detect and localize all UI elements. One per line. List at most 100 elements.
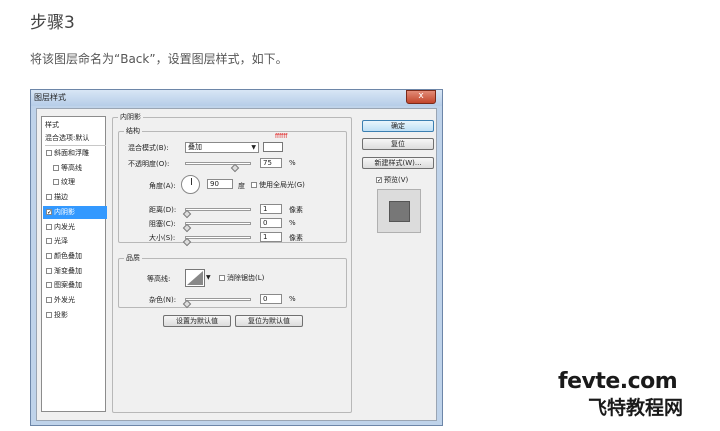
noise-input[interactable]: 0: [260, 294, 282, 304]
angle-label: 角度(A):: [149, 182, 176, 190]
style-item[interactable]: 斜面和浮雕: [43, 147, 107, 160]
noise-unit: %: [289, 295, 296, 303]
close-button[interactable]: x: [406, 90, 436, 104]
style-item-checkbox[interactable]: [46, 194, 52, 201]
style-item[interactable]: 渐变叠加: [43, 265, 107, 278]
new-style-button[interactable]: 新建样式(W)...: [362, 157, 434, 169]
make-default-button[interactable]: 设置为默认值: [163, 315, 231, 327]
antialias-option[interactable]: 消除锯齿(L): [219, 273, 264, 283]
dialog-body: 样式 混合选项:默认 斜面和浮雕 等高线 纹理 描边 ✓ 内阴影 内发光 光泽 颜色叠加 渐变叠加…: [36, 108, 437, 421]
style-item-label: 内发光: [54, 222, 75, 231]
style-item-label: 渐变叠加: [54, 266, 82, 275]
style-item-label: 内阴影: [54, 207, 75, 216]
color-hex-note: ffffff: [275, 133, 288, 140]
distance-input[interactable]: 1: [260, 204, 282, 214]
preview-label: 预览(V): [384, 176, 409, 184]
style-item-checkbox[interactable]: [46, 252, 52, 259]
noise-slider[interactable]: [185, 298, 251, 301]
contour-label: 等高线:: [147, 275, 171, 283]
contour-dropdown-arrow[interactable]: ▼: [206, 274, 211, 281]
chevron-down-icon: ▼: [251, 144, 256, 151]
cancel-button[interactable]: 复位: [362, 138, 434, 150]
style-item-label: 投影: [54, 310, 68, 319]
global-light-checkbox[interactable]: [251, 182, 257, 188]
blend-mode-label: 混合模式(B):: [128, 144, 169, 152]
dialog-title: 图层样式: [34, 93, 66, 102]
preview-swatch: [389, 201, 410, 222]
style-item[interactable]: 图案叠加: [43, 279, 107, 292]
style-item-label: 纹理: [61, 178, 75, 187]
style-item-checkbox[interactable]: [46, 267, 52, 274]
title-bar[interactable]: 图层样式 x: [31, 90, 442, 106]
style-item-checkbox[interactable]: [53, 164, 59, 171]
style-item[interactable]: 描边: [43, 191, 107, 204]
opacity-slider[interactable]: [185, 162, 251, 165]
style-item[interactable]: 颜色叠加: [43, 250, 107, 263]
style-item[interactable]: 纹理: [43, 176, 114, 189]
step-title: 步骤3: [30, 13, 75, 33]
opacity-unit: %: [289, 159, 296, 167]
global-light-label: 使用全局光(G): [259, 181, 305, 189]
size-slider[interactable]: [185, 236, 251, 239]
style-list-header[interactable]: 样式: [45, 119, 106, 132]
style-item-checkbox[interactable]: [53, 179, 59, 186]
angle-unit: 度: [238, 182, 245, 190]
opacity-input[interactable]: 75: [260, 158, 282, 168]
style-item-label: 光泽: [54, 237, 68, 246]
quality-title: 品质: [124, 253, 142, 263]
preview-option[interactable]: ✓ 预览(V): [376, 175, 408, 185]
style-item-label: 外发光: [54, 296, 75, 304]
choke-unit: %: [289, 219, 296, 227]
antialias-label: 消除锯齿(L): [227, 274, 265, 282]
style-item-checkbox[interactable]: [46, 311, 52, 318]
style-item-checkbox[interactable]: [46, 238, 52, 245]
distance-label: 距离(D):: [149, 206, 177, 214]
size-input[interactable]: 1: [260, 232, 282, 242]
style-item-checkbox[interactable]: [46, 282, 52, 289]
choke-label: 阻塞(C):: [149, 220, 176, 228]
size-label: 大小(S):: [149, 234, 176, 242]
style-item[interactable]: 外发光: [43, 294, 107, 307]
choke-slider[interactable]: [185, 222, 251, 225]
watermark-site: fevte.com: [558, 369, 678, 394]
style-item-label: 等高线: [61, 163, 82, 172]
preview-checkbox[interactable]: ✓: [376, 177, 382, 184]
style-item[interactable]: 内发光: [43, 221, 107, 234]
contour-curve-icon: [187, 271, 203, 285]
choke-input[interactable]: 0: [260, 218, 282, 228]
contour-picker[interactable]: [185, 269, 205, 287]
style-item-label: 斜面和浮雕: [54, 149, 89, 157]
ok-button[interactable]: 确定: [362, 120, 434, 132]
close-icon: x: [418, 91, 424, 101]
style-item[interactable]: 光泽: [43, 235, 107, 248]
inner-shadow-title: 内阴影: [118, 112, 143, 122]
distance-slider[interactable]: [185, 208, 251, 211]
antialias-checkbox[interactable]: [219, 275, 225, 281]
layer-style-dialog: 图层样式 x 样式 混合选项:默认 斜面和浮雕 等高线 纹理 描边 ✓ 内阴影 内发光 光泽颜…: [30, 89, 443, 426]
noise-label: 杂色(N):: [149, 296, 177, 304]
shadow-color-swatch[interactable]: [263, 142, 283, 152]
style-item-checkbox[interactable]: [46, 297, 52, 303]
global-light-option[interactable]: 使用全局光(G): [251, 180, 305, 190]
blend-mode-select[interactable]: 叠加 ▼: [185, 142, 259, 153]
blend-mode-value: 叠加: [188, 143, 202, 151]
style-item-label: 图案叠加: [54, 281, 82, 290]
step-description: 将该图层命名为“Back”，设置图层样式，如下。: [30, 52, 288, 66]
angle-dial[interactable]: [181, 175, 200, 194]
style-preview: [377, 189, 421, 233]
style-item-label: 颜色叠加: [54, 251, 82, 260]
style-item-checkbox[interactable]: [46, 150, 52, 156]
structure-title: 结构: [124, 126, 142, 136]
style-item[interactable]: ✓ 内阴影: [43, 205, 107, 219]
size-unit: 像素: [289, 234, 303, 242]
opacity-label: 不透明度(O):: [128, 160, 170, 168]
style-item-checkbox[interactable]: [46, 223, 52, 230]
style-item[interactable]: 等高线: [43, 162, 114, 175]
style-item-checkbox[interactable]: ✓: [46, 208, 52, 215]
angle-input[interactable]: 90: [207, 179, 233, 189]
style-item[interactable]: 投影: [43, 309, 107, 322]
watermark-name: 飞特教程网: [588, 397, 684, 419]
reset-default-button[interactable]: 复位为默认值: [235, 315, 303, 327]
angle-needle: [191, 178, 192, 185]
blend-options-item[interactable]: 混合选项:默认: [45, 132, 106, 146]
